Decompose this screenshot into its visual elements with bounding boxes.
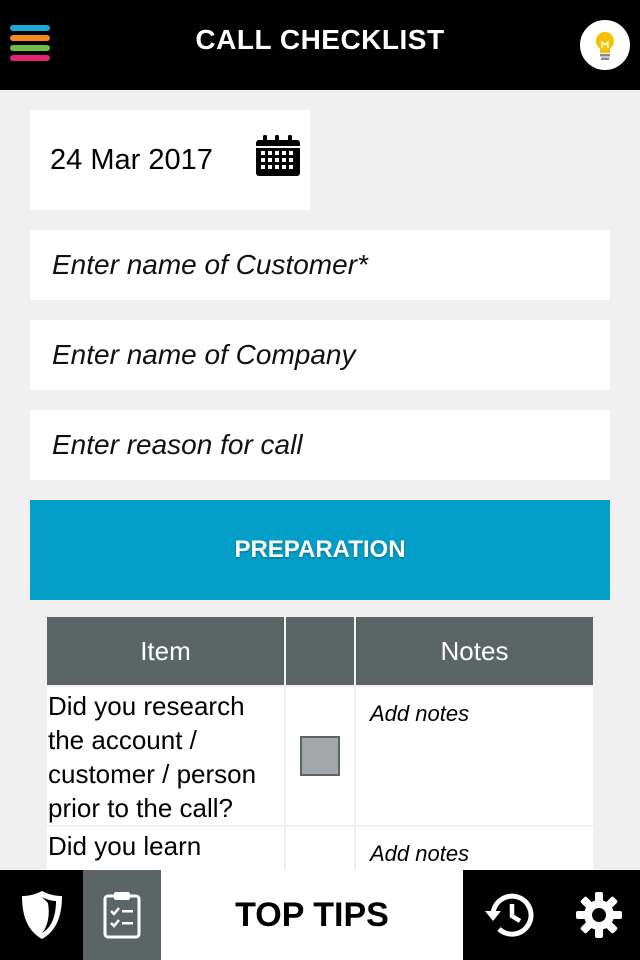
checklist-tab[interactable] [83,870,161,960]
row-check-cell [286,827,354,870]
customer-name-input[interactable] [30,230,610,300]
checklist-table: Item Notes Did you research the account … [47,617,593,870]
row-notes-field[interactable]: Add notes [356,827,593,870]
date-field[interactable]: 24 Mar 2017 [30,110,310,210]
row-item-text: Did you learn something about [47,827,284,870]
call-reason-input[interactable] [30,410,610,480]
page-title: CALL CHECKLIST [195,24,445,55]
shield-icon [21,891,62,939]
bottom-nav: TOP TIPS [0,870,640,960]
date-value: 24 Mar 2017 [50,144,213,176]
column-header-item: Item [47,617,284,685]
row-item-text: Did you research the account / customer … [47,687,284,825]
row-checkbox[interactable] [300,736,340,776]
gear-icon [575,892,622,938]
lightbulb-button[interactable] [580,20,630,70]
history-icon [485,893,534,937]
shield-button[interactable] [0,870,83,960]
column-header-notes: Notes [356,617,593,685]
calendar-icon[interactable] [255,135,301,177]
table-header: Item Notes [47,617,593,685]
table-row: Did you learn something about Add notes [47,827,593,870]
clipboard-checklist-icon [103,892,141,939]
top-tips-tab[interactable]: TOP TIPS [161,870,463,960]
top-bar: CALL CHECKLIST [0,0,640,90]
row-check-cell [286,687,354,825]
row-notes-field[interactable]: Add notes [356,687,593,825]
company-name-input[interactable] [30,320,610,390]
table-row: Did you research the account / customer … [47,687,593,825]
history-button[interactable] [463,870,557,960]
lightbulb-icon [596,32,614,60]
column-header-check [286,617,354,685]
preparation-section-header[interactable]: PREPARATION [30,500,610,600]
checklist-form[interactable]: 24 Mar 2017 PREPARATION Item Notes Did y… [0,90,640,870]
settings-button[interactable] [557,870,640,960]
